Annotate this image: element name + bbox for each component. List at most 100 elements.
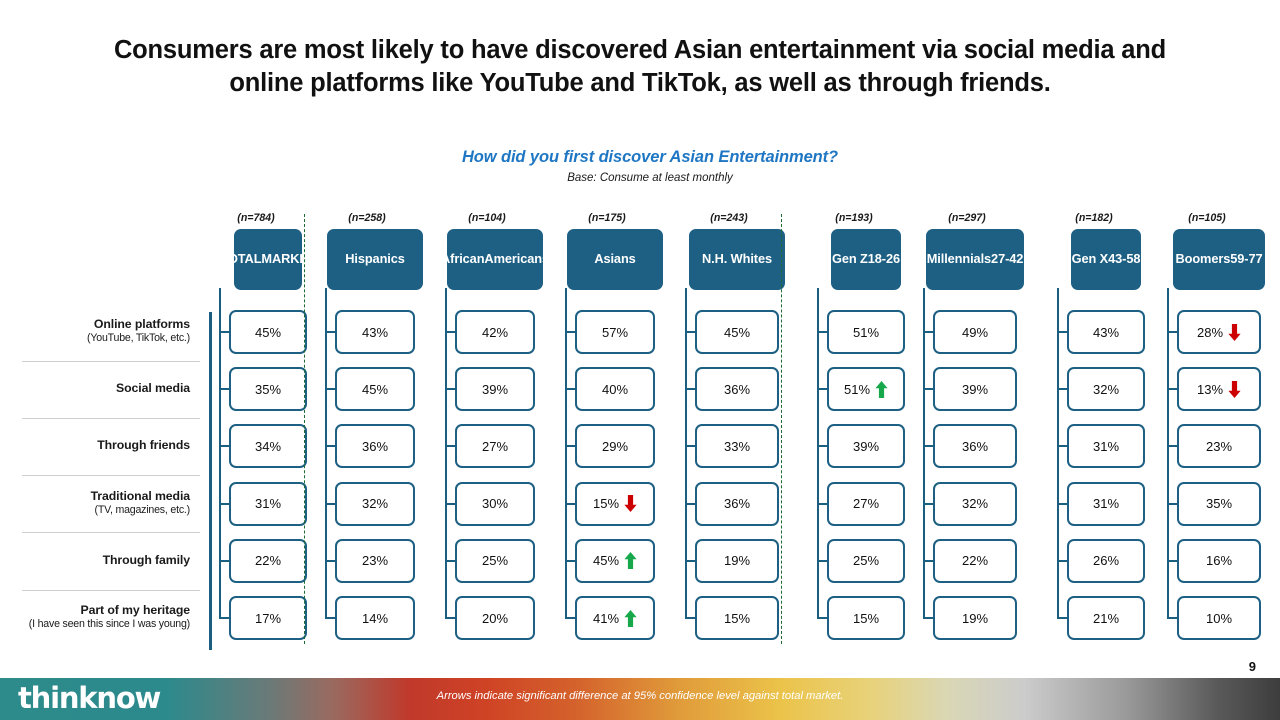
connector-stub [565, 445, 575, 448]
connector-stub [685, 388, 695, 391]
data-cell[interactable]: 21% [1067, 596, 1145, 640]
row-label-4: Traditional media (TV, magazines, etc.) [0, 489, 200, 517]
data-value: 20% [481, 610, 509, 626]
data-cell[interactable]: 16% [1177, 538, 1261, 583]
connector-stub [445, 502, 455, 505]
data-cell[interactable]: 29% [575, 424, 655, 469]
connector-stub [219, 559, 229, 562]
connector-stub [923, 559, 933, 562]
connector-stub [817, 502, 827, 505]
data-value: 51% [843, 381, 871, 397]
data-value: 36% [723, 496, 751, 512]
data-value: 45% [592, 553, 620, 569]
data-cell[interactable]: 35% [229, 367, 307, 412]
data-cell[interactable]: 23% [1177, 424, 1261, 469]
data-cell[interactable]: 45% [229, 310, 307, 354]
data-cell[interactable]: 43% [335, 310, 415, 354]
row-label-2: Social media [0, 381, 200, 396]
data-value: 34% [254, 438, 282, 454]
data-cell[interactable]: 15% [827, 596, 905, 640]
connector-stub [565, 559, 575, 562]
data-cell[interactable]: 32% [335, 481, 415, 526]
column-header-5[interactable]: N.H. Whites [689, 229, 785, 290]
data-cell[interactable]: 20% [455, 596, 535, 640]
data-cell[interactable]: 27% [827, 481, 905, 526]
data-value: 31% [254, 496, 282, 512]
data-cell[interactable]: 36% [695, 481, 779, 526]
connector-stub [685, 445, 695, 448]
data-cell[interactable]: 36% [335, 424, 415, 469]
data-cell[interactable]: 30% [455, 481, 535, 526]
data-cell[interactable]: 43% [1067, 310, 1145, 354]
data-cell[interactable]: 17% [229, 596, 307, 640]
data-value: 39% [961, 381, 989, 397]
down-arrow-icon [1228, 323, 1241, 341]
row-label-column: Online platforms (YouTube, TikTok, etc.) S… [0, 212, 212, 652]
connector-stub [445, 388, 455, 391]
data-cell[interactable]: 19% [695, 538, 779, 583]
data-cell[interactable]: 27% [455, 424, 535, 469]
column-header-9[interactable]: Boomers 59-77 [1173, 229, 1265, 290]
data-cell[interactable]: 57% [575, 310, 655, 354]
data-cell[interactable]: 25% [827, 538, 905, 583]
column-header-7[interactable]: Millennials 27-42 [926, 229, 1024, 290]
data-cell[interactable]: 23% [335, 538, 415, 583]
column-group-4: (n=175) Asians 57% 40% 29% 15% 45% 41% [559, 212, 663, 652]
data-cell[interactable]: 32% [933, 481, 1017, 526]
data-cell[interactable]: 14% [335, 596, 415, 640]
column-header-2[interactable]: Hispanics [327, 229, 423, 290]
slide-title: Consumers are most likely to have discov… [113, 36, 1167, 98]
data-cell[interactable]: 15% [695, 596, 779, 640]
page-number: 9 [1248, 659, 1256, 674]
data-cell[interactable]: 15% [575, 481, 655, 526]
footer-note: Arrows indicate significant difference a… [436, 690, 844, 702]
data-cell[interactable]: 13% [1177, 367, 1261, 412]
data-cell[interactable]: 41% [575, 596, 655, 640]
data-cell[interactable]: 39% [933, 367, 1017, 412]
data-cell[interactable]: 31% [229, 481, 307, 526]
data-cell[interactable]: 31% [1067, 481, 1145, 526]
sample-size-1: (n=784) [237, 212, 275, 224]
column-header-line: MARKET [261, 251, 316, 267]
data-value: 23% [361, 553, 389, 569]
data-cell[interactable]: 22% [229, 538, 307, 583]
data-cell[interactable]: 32% [1067, 367, 1145, 412]
data-cell[interactable]: 31% [1067, 424, 1145, 469]
data-cell[interactable]: 40% [575, 367, 655, 412]
data-cell[interactable]: 34% [229, 424, 307, 469]
data-cell[interactable]: 45% [335, 367, 415, 412]
column-header-8[interactable]: Gen X 43-58 [1071, 229, 1141, 290]
data-cell[interactable]: 49% [933, 310, 1017, 354]
data-value: 16% [1205, 553, 1233, 569]
column-header-1[interactable]: TOTAL MARKET [220, 229, 316, 290]
row-label-1: Online platforms (YouTube, TikTok, etc.) [0, 317, 200, 345]
base-note: Base: Consume at least monthly [567, 172, 733, 184]
data-cell[interactable]: 22% [933, 538, 1017, 583]
column-header-6[interactable]: Gen Z 18-26 [831, 229, 901, 290]
data-cell[interactable]: 51% [827, 367, 905, 412]
data-cell[interactable]: 36% [695, 367, 779, 412]
data-cell[interactable]: 25% [455, 538, 535, 583]
data-cell[interactable]: 35% [1177, 481, 1261, 526]
data-cell[interactable]: 28% [1177, 310, 1261, 354]
data-cell[interactable]: 36% [933, 424, 1017, 469]
connector-stub [1057, 331, 1067, 333]
column-header-4[interactable]: Asians [567, 229, 663, 290]
connector-trunk [923, 288, 925, 618]
data-cell[interactable]: 19% [933, 596, 1017, 640]
data-cell[interactable]: 45% [695, 310, 779, 354]
data-cell[interactable]: 33% [695, 424, 779, 469]
connector-stub [923, 331, 933, 333]
data-cell[interactable]: 39% [455, 367, 535, 412]
data-cell[interactable]: 26% [1067, 538, 1145, 583]
data-cell[interactable]: 42% [455, 310, 535, 354]
column-header-3[interactable]: African Americans [441, 229, 549, 290]
connector-stub [325, 445, 335, 448]
data-cell[interactable]: 51% [827, 310, 905, 354]
data-cell[interactable]: 39% [827, 424, 905, 469]
data-value: 43% [361, 324, 389, 340]
data-cell[interactable]: 45% [575, 538, 655, 583]
data-cell[interactable]: 10% [1177, 596, 1261, 640]
connector-trunk [817, 288, 819, 618]
row-label-sub: (I have seen this since I was young) [28, 618, 190, 630]
